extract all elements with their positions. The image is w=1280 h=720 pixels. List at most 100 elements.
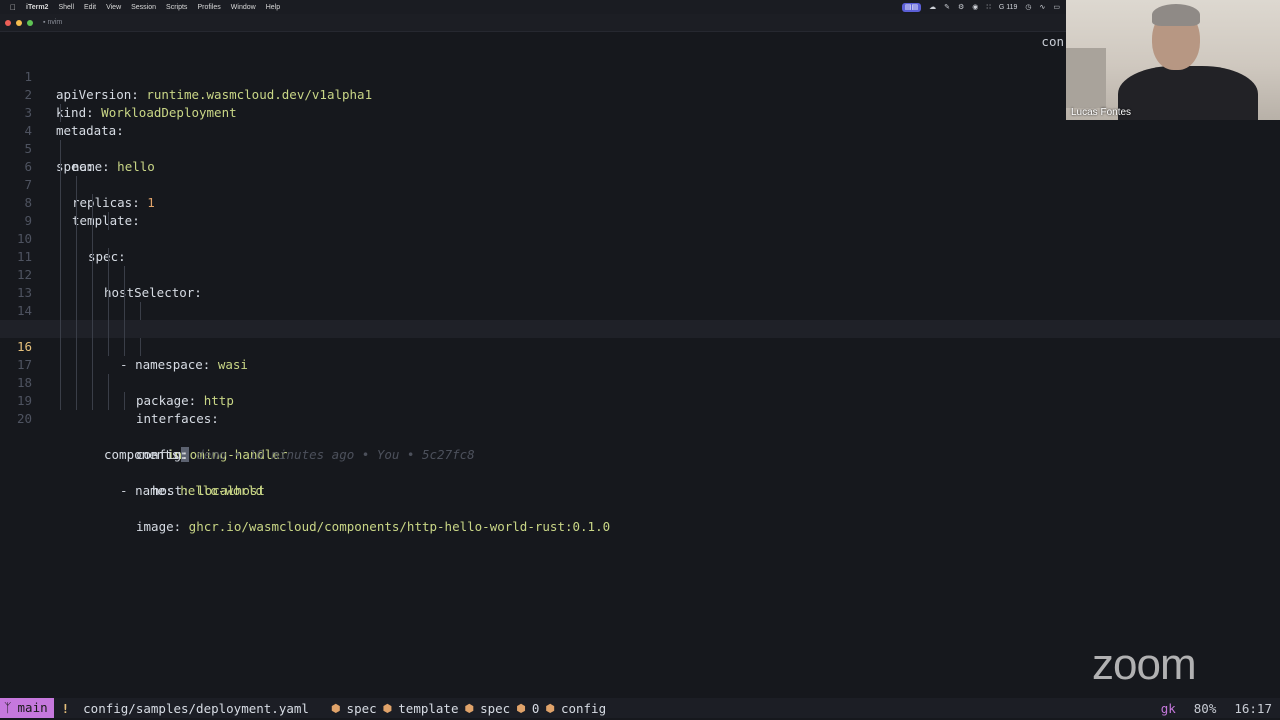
indent-guide — [108, 302, 109, 320]
indent-guide — [76, 356, 77, 374]
breadcrumb-item[interactable]: spec — [347, 701, 377, 716]
counter-icon[interactable]: G 119 — [999, 4, 1018, 11]
indent-guide — [108, 248, 109, 266]
breadcrumb-item[interactable]: config — [561, 701, 606, 716]
editor-status-line: ᛉ main ! config/samples/deployment.yaml ⬢… — [0, 698, 1280, 718]
cube-icon: ⬢ — [516, 701, 526, 715]
current-code-line[interactable]: 16 config: demo • 10 minutes ago • You •… — [0, 320, 1280, 462]
person-hair — [1152, 4, 1200, 26]
cloud-icon[interactable]: ☁ — [929, 3, 936, 11]
code-line[interactable]: 19 - name: hello-world — [0, 374, 1280, 498]
indent-guide — [76, 230, 77, 248]
line-number: 20 — [16, 411, 32, 426]
indent-guide — [108, 266, 109, 284]
gear-icon[interactable]: ⚙ — [958, 3, 964, 11]
code-line[interactable]: 18 components: — [0, 356, 1280, 462]
git-branch[interactable]: ᛉ main — [0, 698, 54, 718]
indent-guide — [140, 338, 141, 356]
indent-guide — [92, 266, 93, 284]
indent-guide — [76, 176, 77, 194]
indent-guide — [60, 194, 61, 212]
git-blame-annotation: demo • 10 minutes ago • You • 5c27fc8 — [196, 447, 475, 462]
warning-icon: ! — [61, 700, 70, 716]
indent-guide — [108, 374, 109, 392]
code-line[interactable]: 10 hostgroup: public-ingress — [0, 212, 1280, 336]
background-shelf — [1066, 48, 1106, 108]
menu-profiles[interactable]: Profiles — [197, 4, 220, 11]
list-dash: - — [120, 483, 136, 498]
menu-app-name[interactable]: iTerm2 — [26, 4, 48, 11]
cube-icon: ⬢ — [464, 701, 475, 715]
indent-guide — [76, 302, 77, 320]
breadcrumb-item[interactable]: template — [398, 701, 458, 716]
branch-icon: ᛉ — [4, 700, 12, 715]
grid-icon[interactable]: ∷ — [986, 3, 990, 11]
code-line[interactable]: 6 replicas: 1 — [0, 140, 1280, 210]
indent-guide — [76, 338, 77, 356]
breadcrumb-item[interactable]: 0 — [532, 701, 540, 716]
yaml-value: ghcr.io/wasmcloud/components/http-hello-… — [181, 519, 611, 534]
code-line[interactable]: 11 hostInterfaces: — [0, 230, 1280, 336]
breadcrumb-item[interactable]: spec — [480, 701, 510, 716]
breadcrumb: ⬢ spec ⬢ template ⬢ spec ⬢ 0 ⬢ config — [325, 701, 606, 716]
indent-guide — [60, 212, 61, 230]
yaml-key: interfaces: — [136, 411, 219, 426]
menu-window[interactable]: Window — [231, 4, 256, 11]
indent-guide — [60, 356, 61, 374]
menu-shell[interactable]: Shell — [58, 4, 74, 11]
battery-icon[interactable]: ▭ — [1053, 3, 1060, 11]
indent-guide — [60, 230, 61, 248]
indent-guide — [124, 320, 125, 338]
apple-icon[interactable]:  — [10, 3, 16, 12]
code-line[interactable]: 14 interfaces: — [0, 284, 1280, 426]
menu-help[interactable]: Help — [266, 4, 280, 11]
code-line[interactable]: 20 image: ghcr.io/wasmcloud/components/h… — [0, 392, 1280, 534]
indent-guide — [108, 212, 109, 230]
code-line[interactable]: 5 spec: — [0, 122, 1280, 174]
indent-guide — [60, 374, 61, 392]
indent-guide — [76, 392, 77, 410]
cube-icon: ⬢ — [382, 701, 393, 715]
wifi-icon[interactable]: ∿ — [1040, 3, 1046, 11]
indent-guide — [92, 302, 93, 320]
indent-guide — [60, 158, 61, 176]
menu-edit[interactable]: Edit — [84, 4, 96, 11]
webcam-video[interactable]: Lucas Fontes — [1066, 0, 1280, 120]
code-editor[interactable]: con 1 apiVersion: runtime.wasmcloud.dev/… — [0, 34, 1280, 690]
indent-guide — [92, 356, 93, 374]
indent-guide — [76, 212, 77, 230]
file-path: config/samples/deployment.yaml — [83, 700, 309, 716]
indent-guide — [92, 374, 93, 392]
yaml-key: name: — [135, 483, 173, 498]
indent-guide — [108, 392, 109, 410]
indent-guide — [76, 248, 77, 266]
branch-name: main — [17, 700, 48, 715]
eye-icon[interactable]: ◉ — [972, 3, 978, 11]
indent-guide — [60, 104, 61, 122]
participant-name: Lucas Fontes — [1071, 107, 1132, 118]
code-line[interactable]: 13 package: http — [0, 266, 1280, 408]
code-line[interactable]: 8 spec: — [0, 176, 1280, 264]
code-line[interactable]: 7 template: — [0, 158, 1280, 228]
code-line[interactable]: 9 hostSelector: — [0, 194, 1280, 300]
minimize-window-button[interactable] — [16, 19, 22, 26]
menu-view[interactable]: View — [106, 4, 121, 11]
indent-guide — [60, 302, 61, 320]
indent-guide — [76, 266, 77, 284]
code-line[interactable]: 15 - incoming-handler — [0, 302, 1280, 462]
cube-icon: ⬢ — [330, 701, 341, 715]
indent-guide — [124, 338, 125, 356]
code-line[interactable]: 12 - namespace: wasi — [0, 248, 1280, 372]
screen-share-icon[interactable]: ▤▤ — [901, 2, 922, 12]
menu-session[interactable]: Session — [131, 4, 156, 11]
menu-scripts[interactable]: Scripts — [166, 4, 187, 11]
terminal-tab[interactable]: ▪ nvim — [43, 19, 62, 26]
yaml-key: components: — [104, 447, 187, 462]
code-line[interactable]: 17 host: localhost — [0, 338, 1280, 498]
clock-icon[interactable]: ◷ — [1025, 3, 1031, 11]
close-window-button[interactable] — [5, 19, 11, 26]
indent-guide — [60, 266, 61, 284]
maximize-window-button[interactable] — [27, 19, 33, 26]
pen-icon[interactable]: ✎ — [944, 3, 950, 11]
indent-guide — [76, 194, 77, 212]
